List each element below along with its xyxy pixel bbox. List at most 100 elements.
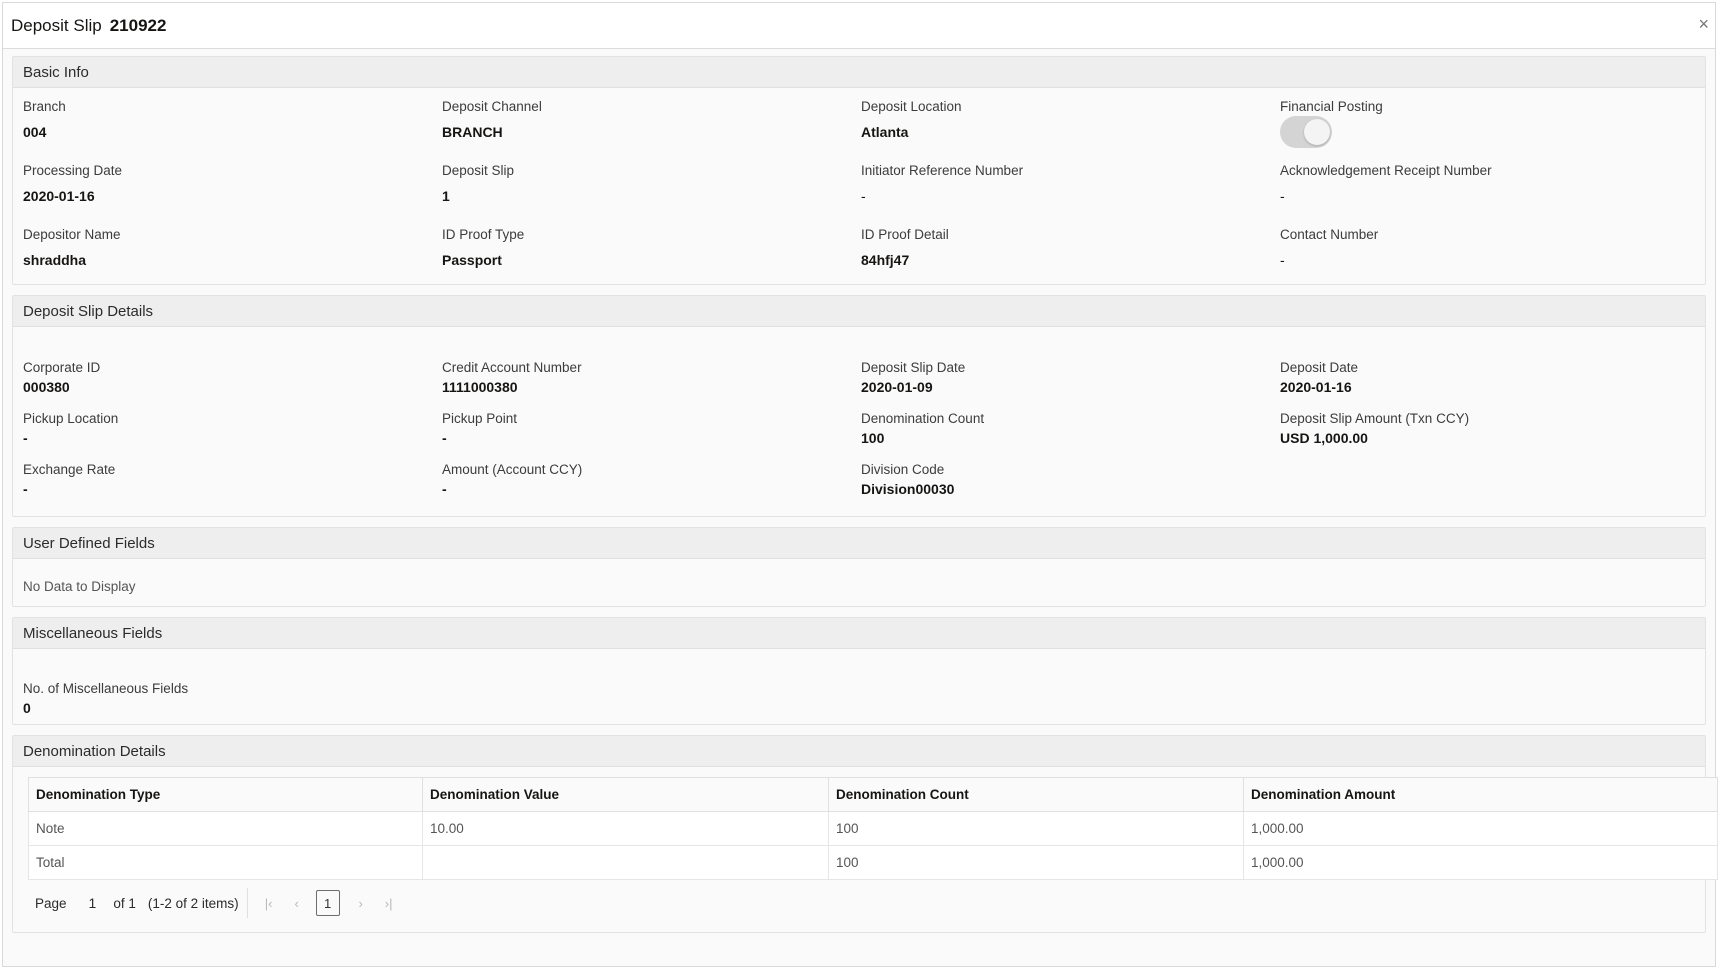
field-label: Deposit Slip Date [861, 360, 966, 375]
field-label: Initiator Reference Number [861, 163, 1024, 178]
table-row[interactable]: Total 100 1,000.00 [28, 845, 1718, 880]
denomination-table: Denomination Type Denomination Value Den… [28, 777, 1718, 880]
section-heading: Deposit Slip Details [13, 296, 1705, 327]
basic-info-section: Basic Info Branch 004 Deposit Channel BR… [12, 56, 1706, 285]
field-label: ID Proof Detail [861, 227, 949, 242]
table-row[interactable]: Note 10.00 100 1,000.00 [28, 811, 1718, 846]
field-value: 1 [442, 188, 450, 204]
table-cell: 100 [828, 811, 1244, 846]
column-header[interactable]: Denomination Amount [1243, 777, 1718, 812]
table-cell: Note [28, 811, 423, 846]
next-page-icon[interactable]: › [354, 896, 368, 911]
column-header[interactable]: Denomination Type [28, 777, 423, 812]
field-value: 84hfj47 [861, 252, 910, 268]
toggle-knob [1304, 119, 1330, 145]
table-cell: 100 [828, 845, 1244, 880]
table-cell: 1,000.00 [1243, 845, 1718, 880]
deposit-slip-details-section: Deposit Slip Details Corporate ID 000380… [12, 295, 1706, 517]
current-page-button[interactable]: 1 [315, 890, 340, 916]
table-cell [422, 845, 829, 880]
section-heading: Basic Info [13, 57, 1705, 88]
field-label: Acknowledgement Receipt Number [1280, 163, 1492, 178]
field-value: - [442, 481, 447, 497]
field-label: Division Code [861, 462, 945, 477]
field-label: No. of Miscellaneous Fields [23, 681, 189, 696]
field-value: BRANCH [442, 124, 503, 140]
field-label: Financial Posting [1280, 99, 1383, 114]
field-label: Deposit Location [861, 99, 962, 114]
page-of-label: of 1 [113, 895, 136, 911]
table-cell: Total [28, 845, 423, 880]
items-count-label: (1-2 of 2 items) [147, 895, 239, 911]
dialog-titlebar: Deposit Slip 210922 × [3, 3, 1715, 49]
field-value: 2020-01-16 [23, 188, 95, 204]
column-header[interactable]: Denomination Value [422, 777, 829, 812]
section-heading: Miscellaneous Fields [13, 618, 1705, 649]
previous-page-icon[interactable]: ‹ [290, 896, 304, 911]
field-value: Passport [442, 252, 502, 268]
field-deposit-date: Deposit Date 2020-01-16 [1280, 357, 1695, 408]
slip-number: 210922 [109, 15, 167, 35]
field-label: Branch [23, 99, 66, 114]
page-label: Page [35, 895, 67, 911]
first-page-icon[interactable]: |‹ [262, 896, 276, 911]
no-data-message: No Data to Display [23, 579, 136, 594]
field-value: - [23, 430, 28, 446]
field-label: Deposit Channel [442, 99, 542, 114]
field-label: Denomination Count [861, 411, 985, 426]
field-deposit-location: Deposit Location Atlanta [861, 88, 1280, 152]
field-value: 100 [861, 430, 885, 446]
field-value: 000380 [23, 379, 70, 395]
field-label: Depositor Name [23, 227, 121, 242]
field-contact-number: Contact Number - [1280, 216, 1695, 280]
field-value: USD 1,000.00 [1280, 430, 1368, 446]
deposit-slip-dialog: Deposit Slip 210922 × Basic Info Branch … [2, 2, 1718, 967]
field-corporate-id: Corporate ID 000380 [23, 357, 442, 408]
field-credit-account-number: Credit Account Number 1111000380 [442, 357, 861, 408]
table-header-row: Denomination Type Denomination Value Den… [28, 777, 1718, 812]
table-cell: 1,000.00 [1243, 811, 1718, 846]
page-number-input[interactable]: 1 [89, 895, 97, 911]
close-icon[interactable]: × [1698, 15, 1709, 33]
field-exchange-rate: Exchange Rate - [23, 459, 442, 510]
field-value: shraddha [23, 252, 87, 268]
section-heading: User Defined Fields [13, 528, 1705, 559]
field-label: Contact Number [1280, 227, 1379, 242]
field-deposit-slip-date: Deposit Slip Date 2020-01-09 [861, 357, 1280, 408]
user-defined-fields-section: User Defined Fields No Data to Display [12, 527, 1706, 607]
field-value: 1111000380 [442, 379, 518, 395]
miscellaneous-fields-section: Miscellaneous Fields No. of Miscellaneou… [12, 617, 1706, 725]
last-page-icon[interactable]: ›| [382, 896, 396, 911]
field-label: Corporate ID [23, 360, 101, 375]
financial-posting-toggle[interactable] [1280, 116, 1332, 148]
field-value: - [1280, 252, 1285, 268]
field-deposit-slip-amount: Deposit Slip Amount (Txn CCY) USD 1,000.… [1280, 408, 1695, 459]
section-heading: Denomination Details [13, 736, 1705, 767]
field-value: - [442, 430, 447, 446]
field-deposit-channel: Deposit Channel BRANCH [442, 88, 861, 152]
field-pickup-point: Pickup Point - [442, 408, 861, 459]
field-label: Pickup Location [23, 411, 119, 426]
field-value: - [23, 481, 28, 497]
field-value: 2020-01-09 [861, 379, 933, 395]
field-label: Processing Date [23, 163, 123, 178]
field-initiator-reference-number: Initiator Reference Number - [861, 152, 1280, 216]
column-header[interactable]: Denomination Count [828, 777, 1244, 812]
pager-divider [246, 888, 248, 918]
field-denomination-count: Denomination Count 100 [861, 408, 1280, 459]
field-value: - [861, 188, 866, 204]
field-processing-date: Processing Date 2020-01-16 [23, 152, 442, 216]
field-division-code: Division Code Division00030 [861, 459, 1280, 510]
field-deposit-slip: Deposit Slip 1 [442, 152, 861, 216]
field-label: Deposit Slip [442, 163, 515, 178]
table-cell: 10.00 [422, 811, 829, 846]
field-id-proof-detail: ID Proof Detail 84hfj47 [861, 216, 1280, 280]
dialog-title: Deposit Slip [11, 15, 102, 35]
field-pickup-location: Pickup Location - [23, 408, 442, 459]
field-label: ID Proof Type [442, 227, 525, 242]
field-id-proof-type: ID Proof Type Passport [442, 216, 861, 280]
field-label: Amount (Account CCY) [442, 462, 583, 477]
field-depositor-name: Depositor Name shraddha [23, 216, 442, 280]
field-label: Credit Account Number [442, 360, 582, 375]
field-value: 2020-01-16 [1280, 379, 1352, 395]
